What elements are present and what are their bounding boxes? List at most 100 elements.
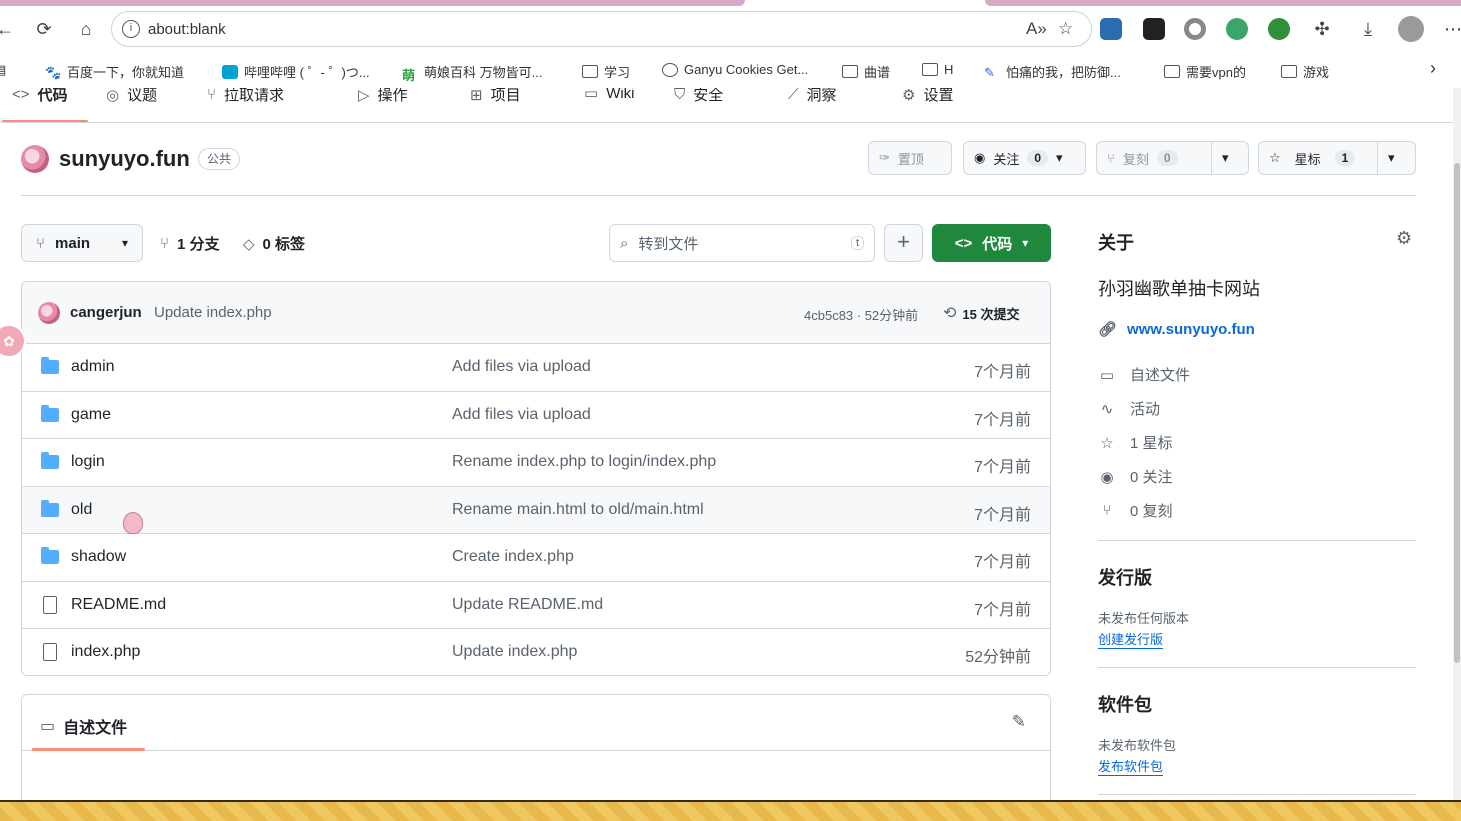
- extension-icon[interactable]: [1268, 18, 1290, 40]
- bookmark-item[interactable]: 萌萌娘百科 万物皆可...: [402, 62, 542, 83]
- file-commit-message[interactable]: Create index.php: [452, 548, 574, 566]
- gear-icon[interactable]: ⚙: [1396, 228, 1412, 249]
- releases-heading[interactable]: 发行版: [1098, 564, 1152, 590]
- file-name-link[interactable]: README.md: [71, 596, 166, 614]
- goto-file-input[interactable]: ⌕ 转到文件 t: [609, 224, 875, 262]
- home-icon[interactable]: ⌂: [73, 16, 99, 42]
- file-commit-message[interactable]: Update README.md: [452, 596, 603, 614]
- tags-link[interactable]: ◇ 0 标签: [243, 233, 305, 254]
- repo-owner-avatar[interactable]: [21, 145, 49, 173]
- bookmark-item[interactable]: ✎ 怕痛的我，把防御...: [984, 62, 1121, 81]
- star-button[interactable]: ☆ 星标 1: [1259, 142, 1377, 174]
- commit-author-avatar[interactable]: [38, 302, 60, 324]
- website-link[interactable]: 🔗︎ www.sunyuyo.fun: [1098, 320, 1255, 339]
- file-row[interactable]: index.php Update index.php 52分钟前: [22, 629, 1050, 675]
- branches-link[interactable]: ⑂ 1 分支: [160, 233, 220, 254]
- commit-message[interactable]: Update index.php: [154, 304, 272, 321]
- code-button[interactable]: <> 代码 ▾: [932, 224, 1051, 262]
- bookmark-folder[interactable]: 曲谱: [842, 62, 890, 81]
- repo-name[interactable]: sunyuyo.fun: [59, 146, 190, 172]
- tab-insights[interactable]: ⟋ 洞察: [788, 88, 837, 105]
- bookmark-folder[interactable]: H: [922, 62, 953, 77]
- address-bar[interactable]: i about:blank A» ☆: [111, 11, 1092, 47]
- file-commit-message[interactable]: Add files via upload: [452, 406, 591, 424]
- file-name-link[interactable]: index.php: [71, 643, 140, 661]
- file-commit-message[interactable]: Update index.php: [452, 643, 577, 661]
- more-menu-icon[interactable]: ⋯: [1440, 16, 1461, 42]
- bookmark-item[interactable]: Ganyu Cookies Get...: [662, 62, 808, 77]
- branch-selector[interactable]: ⑂ main ▾: [21, 224, 143, 262]
- tab-settings[interactable]: ⚙ 设置: [902, 88, 953, 105]
- readme-tab[interactable]: ▭ 自述文件: [40, 714, 127, 738]
- file-row[interactable]: old Rename main.html to old/main.html 7个月前: [22, 486, 1050, 534]
- publish-package-link[interactable]: 发布软件包: [1098, 756, 1164, 776]
- tab-projects[interactable]: ⊞ 项目: [470, 88, 521, 105]
- star-counter: 1: [1334, 150, 1356, 166]
- bookmark-folder[interactable]: 需要vpn的: [1164, 62, 1246, 81]
- browser-toolbar: ← ⟳ ⌂ i about:blank A» ☆ ✣ ⤓ ⋯: [0, 8, 1461, 52]
- sidebar-item-forks[interactable]: ⑂ 0 复刻: [1098, 500, 1172, 521]
- profile-avatar-icon[interactable]: [1398, 16, 1424, 42]
- file-row[interactable]: admin Add files via upload 7个月前: [22, 344, 1050, 392]
- extension-icon[interactable]: [1184, 18, 1206, 40]
- extension-icon[interactable]: [1226, 18, 1248, 40]
- file-row[interactable]: README.md Update README.md 7个月前: [22, 582, 1050, 629]
- download-icon[interactable]: ⤓: [1355, 16, 1381, 42]
- file-row[interactable]: shadow Create index.php 7个月前: [22, 534, 1050, 582]
- file-name-link[interactable]: admin: [71, 358, 115, 376]
- tab-code[interactable]: <> 代码: [12, 88, 68, 105]
- file-commit-message[interactable]: Add files via upload: [452, 358, 591, 376]
- sidebar-item-activity[interactable]: ∿ 活动: [1098, 398, 1160, 419]
- watch-button[interactable]: ◉ 关注 0 ▾: [963, 141, 1086, 175]
- bookmark-item[interactable]: 🐾 百度一下，你就知道: [45, 62, 184, 81]
- file-row[interactable]: login Rename index.php to login/index.php…: [22, 439, 1050, 487]
- fork-dropdown-button[interactable]: ▾: [1212, 142, 1239, 174]
- back-icon[interactable]: ←: [0, 16, 18, 42]
- read-aloud-icon[interactable]: A»: [1026, 19, 1047, 39]
- bookmark-item[interactable]: 哔哩哔哩 ( ゜- ゜)つ...: [222, 62, 370, 81]
- address-url[interactable]: about:blank: [148, 21, 226, 38]
- add-file-button[interactable]: +: [884, 224, 923, 262]
- packages-heading[interactable]: 软件包: [1098, 691, 1152, 717]
- eye-icon: ◉: [1100, 468, 1114, 486]
- extensions-puzzle-icon[interactable]: ✣: [1309, 16, 1335, 42]
- browser-tab[interactable]: [985, 0, 1461, 6]
- sidebar-toggle-icon[interactable]: ▤: [0, 62, 6, 78]
- sidebar-item-readme[interactable]: ▭ 自述文件: [1098, 364, 1190, 385]
- bookmark-folder[interactable]: 游戏: [1281, 62, 1329, 81]
- sidebar-divider: [1098, 794, 1416, 795]
- create-release-link[interactable]: 创建发行版: [1098, 629, 1164, 649]
- scrollbar-thumb[interactable]: [1454, 163, 1460, 663]
- search-icon: ⌕: [620, 234, 629, 252]
- info-icon[interactable]: i: [122, 20, 140, 38]
- extension-icon[interactable]: [1143, 18, 1165, 40]
- star-dropdown-button[interactable]: ▾: [1378, 142, 1405, 174]
- bookmark-folder[interactable]: 学习: [582, 62, 630, 81]
- commit-hash-time[interactable]: 4cb5c83 · 52分钟前: [804, 305, 918, 324]
- sidebar-item-stars[interactable]: ☆ 1 星标: [1098, 432, 1172, 453]
- file-name-link[interactable]: game: [71, 406, 111, 424]
- tab-actions[interactable]: ▷ 操作: [358, 88, 408, 105]
- browser-tab[interactable]: [0, 0, 745, 6]
- pin-button[interactable]: ✑ 置顶: [868, 141, 952, 175]
- file-name-link[interactable]: shadow: [71, 548, 126, 566]
- file-row[interactable]: game Add files via upload 7个月前: [22, 392, 1050, 439]
- vertical-scrollbar[interactable]: [1453, 88, 1461, 800]
- file-name-link[interactable]: login: [71, 453, 105, 471]
- tab-security[interactable]: ⛉ 安全: [674, 88, 723, 105]
- refresh-icon[interactable]: ⟳: [31, 16, 57, 42]
- fork-button[interactable]: ⑂ 复刻 0: [1097, 142, 1211, 174]
- chevron-right-icon[interactable]: ›: [1430, 58, 1436, 79]
- tab-pull-requests[interactable]: ⑂ 拉取请求: [207, 88, 284, 105]
- favorite-star-icon[interactable]: ☆: [1058, 19, 1073, 39]
- tab-wiki[interactable]: ▭ Wiki: [584, 88, 635, 102]
- extension-icon[interactable]: [1100, 18, 1122, 40]
- pencil-icon[interactable]: ✎: [1012, 712, 1026, 732]
- sidebar-item-watchers[interactable]: ◉ 0 关注: [1098, 466, 1172, 487]
- file-commit-message[interactable]: Rename index.php to login/index.php: [452, 453, 716, 471]
- commits-history-link[interactable]: ⟲ 15 次提交: [943, 303, 1019, 323]
- file-name-link[interactable]: old: [71, 501, 92, 519]
- tab-issues[interactable]: ◎ 议题: [106, 88, 157, 105]
- file-commit-message[interactable]: Rename main.html to old/main.html: [452, 501, 704, 519]
- commit-author[interactable]: cangerjun: [70, 304, 142, 321]
